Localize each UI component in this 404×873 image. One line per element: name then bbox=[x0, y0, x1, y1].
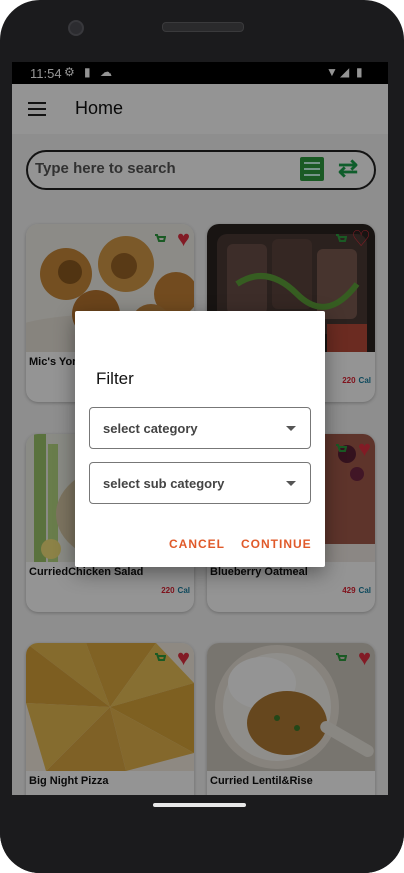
camera bbox=[68, 20, 84, 36]
filter-dialog: Filter select category select sub catego… bbox=[75, 311, 325, 567]
home-indicator[interactable] bbox=[153, 803, 246, 807]
cancel-button[interactable]: CANCEL bbox=[169, 537, 225, 551]
screen: 11:54 ⚙ ▮ ☁ ▼ ◢ ▮ Home Type here to sear… bbox=[12, 62, 388, 795]
category-select-label: select category bbox=[103, 421, 198, 436]
category-select[interactable]: select category bbox=[89, 407, 311, 449]
phone-frame: 11:54 ⚙ ▮ ☁ ▼ ◢ ▮ Home Type here to sear… bbox=[0, 0, 404, 873]
speaker bbox=[162, 22, 244, 32]
navigation-bar bbox=[0, 795, 404, 873]
dropdown-arrow-icon bbox=[286, 481, 296, 486]
sub-category-select[interactable]: select sub category bbox=[89, 462, 311, 504]
sub-category-select-label: select sub category bbox=[103, 476, 225, 491]
dialog-title: Filter bbox=[96, 369, 134, 388]
dropdown-arrow-icon bbox=[286, 426, 296, 431]
continue-button[interactable]: CONTINUE bbox=[241, 537, 312, 551]
